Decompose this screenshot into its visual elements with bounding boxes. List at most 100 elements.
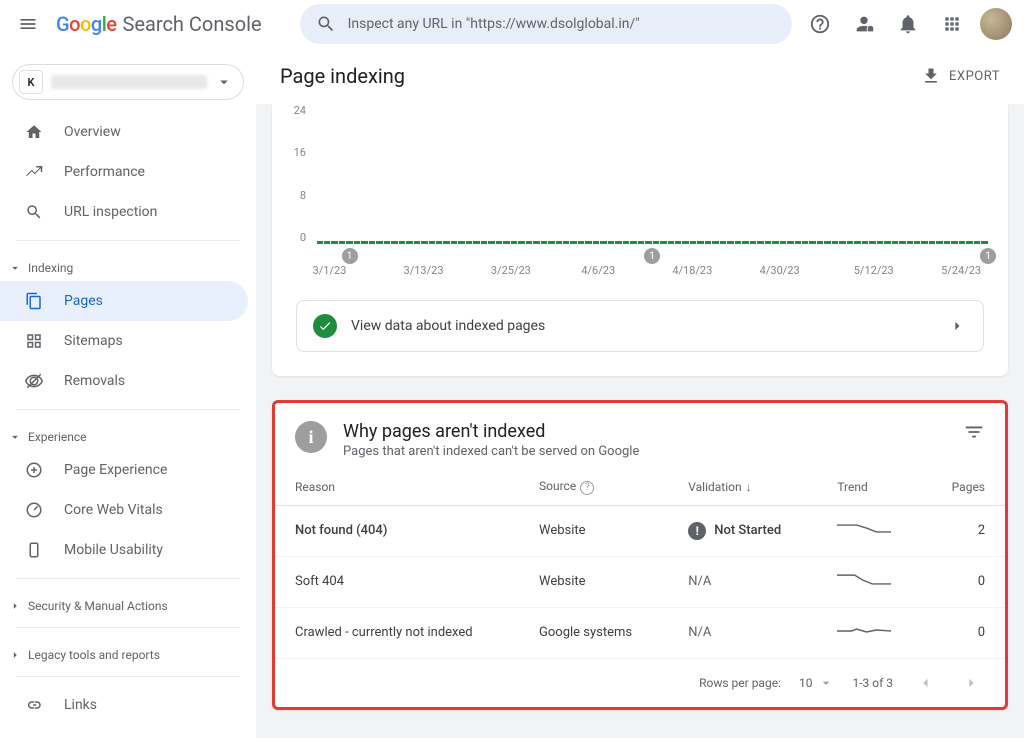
chart-bar	[451, 241, 457, 244]
x-tick-label: 5/24/23	[941, 264, 981, 277]
chart-marker[interactable]: 1	[342, 248, 358, 264]
sidebar-item-overview[interactable]: Overview	[0, 112, 256, 152]
chart-bar	[533, 241, 539, 244]
filter-button[interactable]	[963, 421, 985, 443]
sort-down-icon: ↓	[746, 480, 752, 494]
sidebar-item-mobile-usability[interactable]: Mobile Usability	[0, 530, 256, 570]
property-selector[interactable]: K	[12, 64, 244, 100]
sidebar-section-security[interactable]: Security & Manual Actions	[0, 587, 256, 619]
sidebar-item-removals[interactable]: Removals	[0, 361, 256, 401]
hamburger-icon	[18, 14, 38, 34]
chart-bar	[615, 241, 621, 244]
chart-bar	[899, 241, 905, 244]
sidebar-item-page-experience[interactable]: Page Experience	[0, 450, 256, 490]
pager-range: 1-3 of 3	[852, 676, 893, 690]
sidebar: K Overview Performance URL inspection In…	[0, 48, 256, 738]
chart-bar	[809, 241, 815, 244]
chart-bar	[331, 241, 337, 244]
apps-button[interactable]	[932, 4, 972, 44]
chart-bar	[563, 241, 569, 244]
chart-bar	[981, 241, 987, 244]
removal-icon	[24, 372, 44, 390]
chart-bar	[384, 241, 390, 244]
pager-next[interactable]	[957, 669, 985, 697]
col-reason[interactable]: Reason	[275, 467, 519, 505]
col-trend[interactable]: Trend	[817, 467, 922, 505]
chart-bar	[369, 241, 375, 244]
cell-pages: 0	[923, 556, 1005, 607]
search-icon	[316, 14, 336, 34]
property-name-redacted	[51, 75, 207, 89]
notifications-button[interactable]	[888, 4, 928, 44]
chevron-down-icon	[8, 261, 22, 275]
chart-bar	[877, 241, 883, 244]
cell-trend	[817, 556, 922, 607]
table-row[interactable]: Soft 404WebsiteN/A0	[275, 556, 1005, 607]
chart-bar	[959, 241, 965, 244]
chart-bar	[839, 241, 845, 244]
cell-source: Website	[519, 556, 668, 607]
chart-bar	[354, 241, 360, 244]
table-row[interactable]: Crawled - currently not indexedGoogle sy…	[275, 607, 1005, 658]
sidebar-item-label: URL inspection	[64, 204, 157, 220]
chart-bar	[660, 241, 666, 244]
trend-icon	[24, 163, 44, 181]
export-button[interactable]: EXPORT	[921, 66, 1000, 86]
sidebar-item-url-inspection[interactable]: URL inspection	[0, 192, 256, 232]
chart-bar	[399, 241, 405, 244]
chart-marker[interactable]: 1	[644, 248, 660, 264]
chart-bar	[623, 241, 629, 244]
rows-per-page-select[interactable]: 10	[799, 675, 835, 691]
table-row[interactable]: Not found (404)Website!Not Started2	[275, 505, 1005, 556]
plus-circle-icon	[24, 461, 44, 479]
chart-bar	[481, 241, 487, 244]
chevron-right-icon	[8, 599, 22, 613]
chart-bar	[742, 241, 748, 244]
sidebar-section-legacy[interactable]: Legacy tools and reports	[0, 636, 256, 668]
sidebar-item-settings[interactable]: Settings	[0, 725, 256, 738]
sidebar-item-links[interactable]: Links	[0, 685, 256, 725]
menu-button[interactable]	[8, 4, 48, 44]
sidebar-section-indexing[interactable]: Indexing	[0, 249, 256, 281]
chart-bar	[391, 241, 397, 244]
why-subtitle: Pages that aren't indexed can't be serve…	[343, 444, 639, 459]
home-icon	[24, 123, 44, 141]
property-favicon: K	[19, 70, 43, 94]
view-indexed-pages-link[interactable]: View data about indexed pages	[296, 300, 984, 352]
pages-icon	[24, 292, 44, 310]
cell-trend	[817, 607, 922, 658]
cell-reason: Soft 404	[275, 556, 519, 607]
sidebar-item-pages[interactable]: Pages	[0, 281, 248, 321]
account-avatar[interactable]	[980, 8, 1012, 40]
chart-bar	[787, 241, 793, 244]
x-tick-label: 5/12/23	[854, 264, 894, 277]
col-source[interactable]: Source?	[519, 467, 668, 505]
chart-bar	[720, 241, 726, 244]
chart-bar	[406, 241, 412, 244]
sidebar-section-experience[interactable]: Experience	[0, 418, 256, 450]
chart-bar	[361, 241, 367, 244]
apps-grid-icon	[942, 14, 962, 34]
sidebar-item-label: Sitemaps	[64, 333, 123, 349]
chart-bar	[429, 241, 435, 244]
chart-bar	[847, 241, 853, 244]
chevron-down-icon	[215, 73, 233, 91]
url-inspect-search[interactable]: Inspect any URL in "https://www.dsolglob…	[300, 4, 792, 44]
col-validation[interactable]: Validation↓	[668, 467, 817, 505]
sidebar-item-core-web-vitals[interactable]: Core Web Vitals	[0, 490, 256, 530]
chart-marker[interactable]: 1	[980, 248, 996, 264]
pager-prev[interactable]	[911, 669, 939, 697]
chart-bars	[316, 108, 988, 244]
chart-bar	[884, 241, 890, 244]
help-button[interactable]	[800, 4, 840, 44]
sidebar-item-sitemaps[interactable]: Sitemaps	[0, 321, 256, 361]
users-button[interactable]	[844, 4, 884, 44]
sidebar-item-performance[interactable]: Performance	[0, 152, 256, 192]
chart-bar	[914, 241, 920, 244]
x-tick-label: 4/30/23	[760, 264, 800, 277]
x-tick-label: 4/18/23	[672, 264, 712, 277]
col-pages[interactable]: Pages	[923, 467, 1005, 505]
cell-reason: Not found (404)	[275, 505, 519, 556]
main-content: Page indexing EXPORT 24 16 8 0 3/1/233/1…	[256, 48, 1024, 738]
help-icon[interactable]: ?	[580, 481, 594, 495]
